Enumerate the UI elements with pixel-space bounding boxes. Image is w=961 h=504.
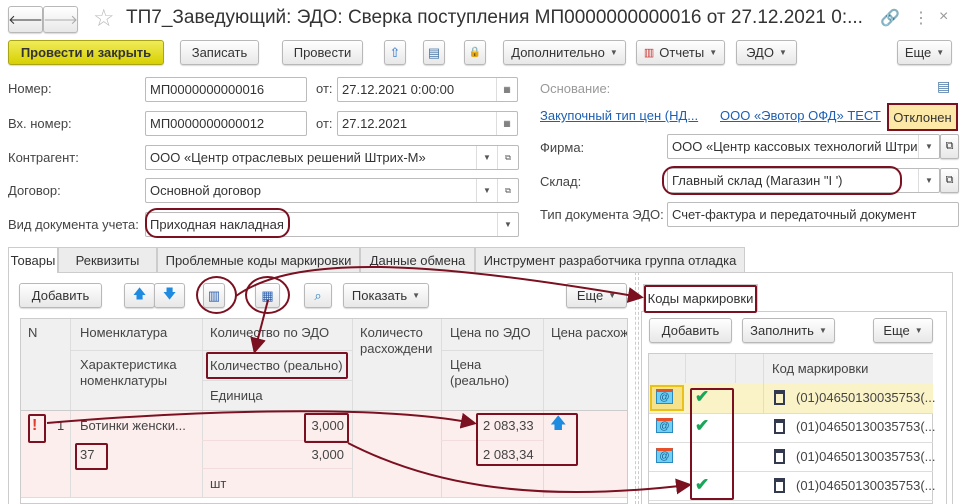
arrow-to-checks [347,442,692,495]
arrow-to-codes-tab [235,266,644,303]
arrow-to-qty-real [250,299,269,354]
annotation-arrows [46,266,692,495]
arrow-to-price [46,410,477,429]
